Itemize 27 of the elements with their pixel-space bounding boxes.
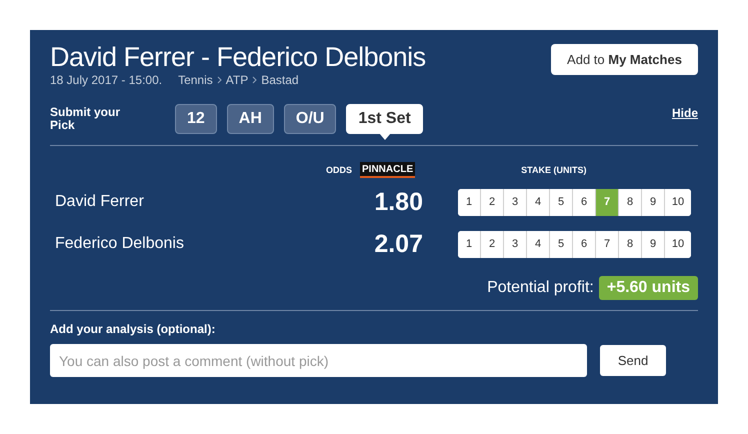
odds-label: ODDS bbox=[326, 165, 352, 175]
breadcrumb-link[interactable]: Bastad bbox=[261, 73, 299, 87]
odds-value: 1.80 bbox=[373, 188, 423, 216]
player-name: David Ferrer bbox=[54, 193, 145, 211]
breadcrumb-link[interactable]: Tennis bbox=[178, 73, 213, 87]
profit-value: +5.60 units bbox=[598, 276, 698, 300]
analysis-field[interactable]: You can also post a comment (without pick) bbox=[50, 344, 587, 377]
odds-value: 2.07 bbox=[373, 230, 423, 258]
add-to-my-matches-button[interactable]: Add to My Matches bbox=[551, 44, 698, 75]
market-tab[interactable]: 12 bbox=[175, 104, 217, 134]
breadcrumb-link[interactable]: ATP bbox=[226, 73, 248, 87]
analysis-label: Add your analysis (optional): bbox=[50, 322, 216, 336]
chevron-icon bbox=[216, 76, 222, 84]
stake-option[interactable]: 1 bbox=[458, 188, 481, 216]
send-button[interactable]: Send bbox=[600, 345, 666, 376]
chevron-icon bbox=[252, 76, 258, 84]
market-tab[interactable]: O/U bbox=[284, 104, 336, 134]
stake-option[interactable]: 1 bbox=[458, 230, 481, 258]
submit-pick-label: Submit your Pick bbox=[50, 106, 122, 132]
match-date: 18 July 2017 - 15:00. bbox=[50, 73, 162, 87]
player-name: Federico Delbonis bbox=[54, 235, 185, 253]
profit-label: Potential profit: bbox=[487, 279, 594, 297]
stake-label: STAKE (UNITS) bbox=[521, 165, 586, 175]
bookmaker-logo: PINNACLE bbox=[360, 162, 416, 178]
hide-link[interactable]: Hide bbox=[672, 106, 698, 120]
market-tab[interactable]: AH bbox=[226, 104, 274, 134]
match-title: David Ferrer - Federico Delbonis bbox=[50, 42, 426, 72]
